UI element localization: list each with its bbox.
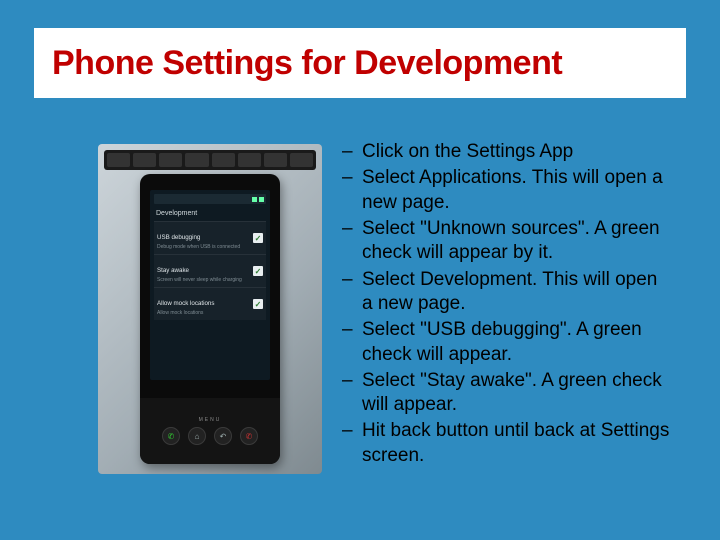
- bullet-item: Hit back button until back at Settings s…: [340, 419, 670, 468]
- bullet-item: Select Development. This will open a new…: [340, 268, 670, 317]
- row-label: Stay awake: [157, 267, 189, 274]
- phone-chin: MENU ✆ ⌂ ↶ ✆: [140, 398, 280, 464]
- keyboard-strip: [104, 150, 316, 170]
- checkbox-icon: ✓: [253, 233, 263, 243]
- bullet-item: Select Applications. This will open a ne…: [340, 166, 670, 215]
- bullet-item: Select "USB debugging". A green check wi…: [340, 318, 670, 367]
- back-button-icon: ↶: [214, 427, 232, 445]
- status-bar: [154, 194, 266, 204]
- menu-label: MENU: [199, 417, 222, 423]
- phone-photo: Development USB debugging Debug mode whe…: [98, 144, 322, 474]
- call-button-icon: ✆: [162, 427, 180, 445]
- title-box: Phone Settings for Development: [34, 28, 686, 98]
- checkbox-icon: ✓: [253, 266, 263, 276]
- content-area: Development USB debugging Debug mode whe…: [0, 140, 720, 520]
- phone-screen: Development USB debugging Debug mode whe…: [150, 190, 270, 380]
- slide-title: Phone Settings for Development: [52, 44, 562, 83]
- bullet-item: Click on the Settings App: [340, 140, 670, 164]
- setting-row-mock-locations: Allow mock locations Allow mock location…: [154, 287, 266, 320]
- checkbox-icon: ✓: [253, 299, 263, 309]
- row-label: USB debugging: [157, 234, 200, 241]
- hardware-buttons: ✆ ⌂ ↶ ✆: [162, 427, 258, 445]
- phone-image-area: Development USB debugging Debug mode whe…: [0, 140, 340, 520]
- bullet-item: Select "Stay awake". A green check will …: [340, 369, 670, 418]
- setting-row-usb-debugging: USB debugging Debug mode when USB is con…: [154, 221, 266, 254]
- bullet-item: Select "Unknown sources". A green check …: [340, 217, 670, 266]
- end-button-icon: ✆: [240, 427, 258, 445]
- phone-body: Development USB debugging Debug mode whe…: [140, 174, 280, 464]
- row-label: Allow mock locations: [157, 300, 214, 307]
- setting-row-stay-awake: Stay awake Screen will never sleep while…: [154, 254, 266, 287]
- row-sub: Allow mock locations: [157, 310, 214, 316]
- row-sub: Screen will never sleep while charging: [157, 277, 242, 283]
- slide: Phone Settings for Development Developme…: [0, 0, 720, 540]
- home-button-icon: ⌂: [188, 427, 206, 445]
- bullet-list: Click on the Settings App Select Applica…: [340, 140, 700, 520]
- row-sub: Debug mode when USB is connected: [157, 244, 240, 250]
- screen-title: Development: [154, 208, 266, 221]
